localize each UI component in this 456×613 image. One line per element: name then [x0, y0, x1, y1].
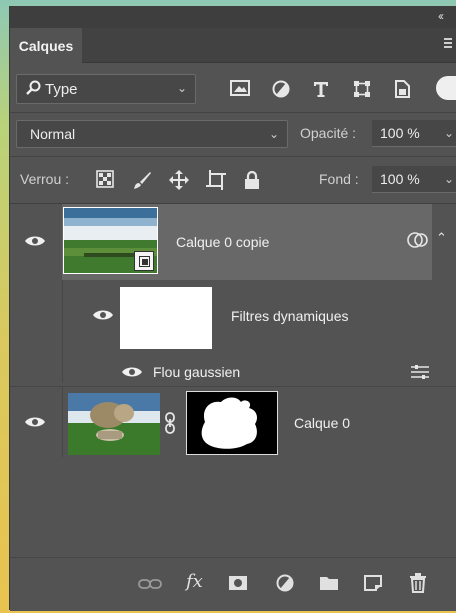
layer-row-flou-gaussien[interactable]: Flou gaussien [10, 358, 456, 386]
link-layers-icon[interactable] [138, 578, 162, 590]
layer-name[interactable]: Calque 0 [294, 415, 350, 431]
filter-kind-select[interactable]: Type ⌄ [16, 74, 196, 104]
collapse-panel-icon[interactable]: ‹‹ [438, 9, 444, 23]
layer-mask-thumbnail[interactable] [186, 391, 278, 455]
smart-object-filter-icon[interactable] [394, 80, 410, 98]
lock-all-icon[interactable] [244, 170, 260, 190]
eye-icon[interactable] [24, 234, 46, 248]
blend-mode-select[interactable]: Normal ⌄ [16, 120, 288, 148]
layer-thumbnail-image[interactable] [68, 393, 160, 455]
trash-icon[interactable] [409, 573, 427, 593]
new-layer-icon[interactable] [364, 575, 382, 591]
blend-mode-value: Normal [30, 126, 76, 142]
new-group-folder-icon[interactable] [319, 575, 339, 591]
lock-position-icon[interactable] [169, 170, 189, 190]
fill-field[interactable]: 100 % ⌄ [372, 166, 456, 193]
panel-tab-bar: Calques [10, 28, 456, 63]
layers-bottom-toolbar: fx [10, 557, 456, 611]
fill-value: 100 % [380, 171, 420, 187]
search-icon [26, 80, 41, 95]
layers-panel: ‹‹ Calques Type ⌄ Normal ⌄ Opacité: 100… [10, 6, 456, 611]
adjustment-filter-icon[interactable] [272, 80, 290, 98]
layer-thumbnail-frame[interactable] [63, 207, 158, 274]
eye-icon[interactable] [24, 415, 46, 429]
lock-image-pixels-icon[interactable] [132, 170, 152, 190]
layer-name[interactable]: Flou gaussien [153, 364, 240, 380]
layer-row-calque-0-copie[interactable]: Calque 0 copie ⌃ [10, 204, 456, 280]
add-mask-icon[interactable] [228, 575, 248, 591]
eye-icon[interactable] [121, 365, 143, 379]
filter-toggle-switch[interactable] [436, 76, 456, 100]
layers-list: Calque 0 copie ⌃ Filtres dynamiques Flou [10, 203, 456, 558]
lock-artboard-icon[interactable] [206, 170, 226, 190]
new-adjustment-layer-icon[interactable] [276, 574, 294, 592]
lock-label: Verrou : [20, 171, 70, 187]
mask-link-icon[interactable] [164, 412, 176, 434]
lock-transparent-pixels-icon[interactable] [96, 170, 114, 188]
fill-label: Fond : [319, 171, 359, 187]
chevron-down-icon[interactable]: ⌄ [444, 172, 454, 186]
smart-filters-toggle-icon[interactable] [406, 231, 430, 249]
filter-kind-label: Type [45, 81, 78, 98]
opacity-label: Opacité : [300, 125, 357, 141]
panel-header-strip: ‹‹ [10, 6, 456, 28]
layer-row-smart-filters[interactable]: Filtres dynamiques [10, 280, 456, 382]
opacity-value: 100 % [380, 125, 420, 141]
eye-icon[interactable] [92, 308, 114, 322]
chevron-down-icon: ⌄ [268, 127, 279, 141]
smart-filter-mask-thumbnail[interactable] [120, 287, 212, 349]
chevron-down-icon[interactable]: ⌄ [444, 126, 454, 140]
collapse-arrow-icon[interactable]: ⌃ [436, 230, 447, 246]
layer-name[interactable]: Calque 0 copie [176, 234, 269, 250]
opacity-field[interactable]: 100 % ⌄ [372, 120, 456, 147]
layer-name[interactable]: Filtres dynamiques [231, 308, 349, 324]
smart-object-badge-icon [134, 251, 154, 271]
type-filter-icon[interactable] [312, 80, 330, 98]
chevron-down-icon: ⌄ [176, 81, 187, 95]
divider [10, 112, 456, 113]
tab-layers-label: Calques [18, 37, 74, 54]
layer-style-fx-button[interactable]: fx [186, 571, 203, 592]
filter-blending-options-icon[interactable] [410, 365, 430, 379]
layer-mask-shape [201, 397, 257, 449]
panel-menu-icon[interactable] [444, 38, 452, 50]
tab-layers[interactable]: Calques [10, 28, 82, 63]
divider [10, 156, 456, 157]
shape-filter-icon[interactable] [353, 80, 371, 98]
pixel-filter-icon[interactable] [230, 80, 250, 96]
layer-row-calque-0[interactable]: Calque 0 [10, 387, 456, 457]
